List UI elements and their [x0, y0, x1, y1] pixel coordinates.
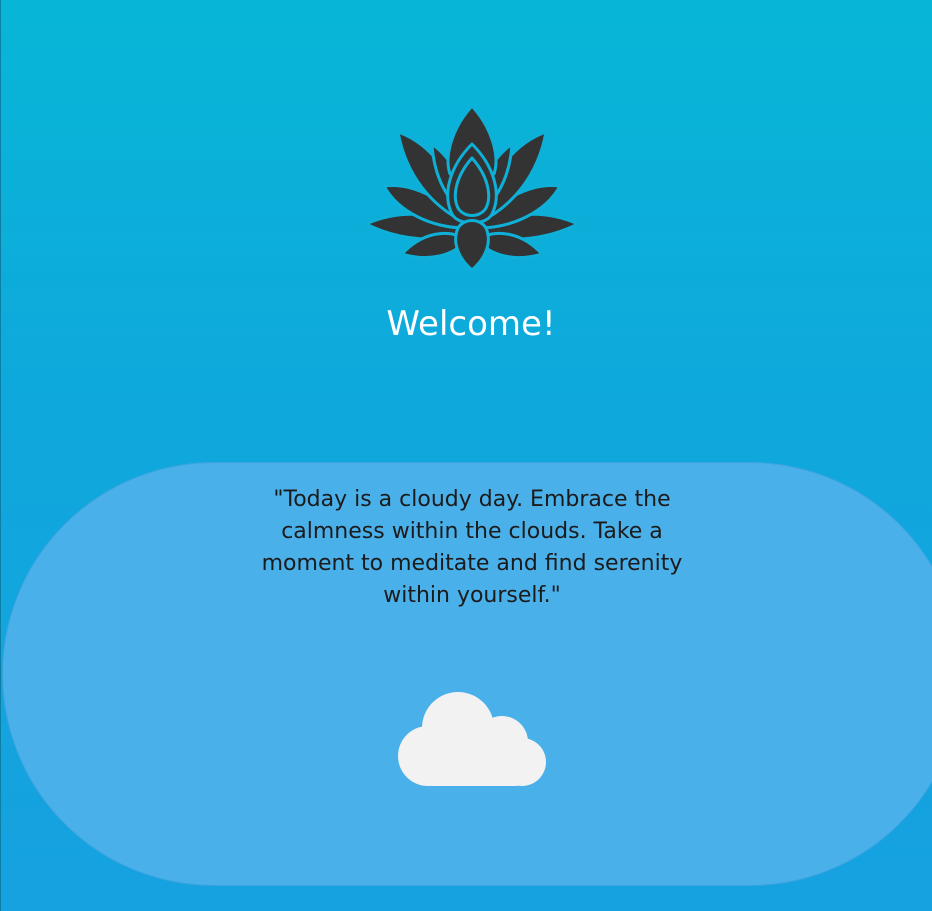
lotus-icon [364, 104, 580, 272]
daily-quote: "Today is a cloudy day. Embrace the calm… [261, 487, 683, 608]
welcome-title: Welcome! [386, 304, 556, 344]
cloud-icon [398, 692, 546, 786]
window-edge [0, 0, 1, 911]
